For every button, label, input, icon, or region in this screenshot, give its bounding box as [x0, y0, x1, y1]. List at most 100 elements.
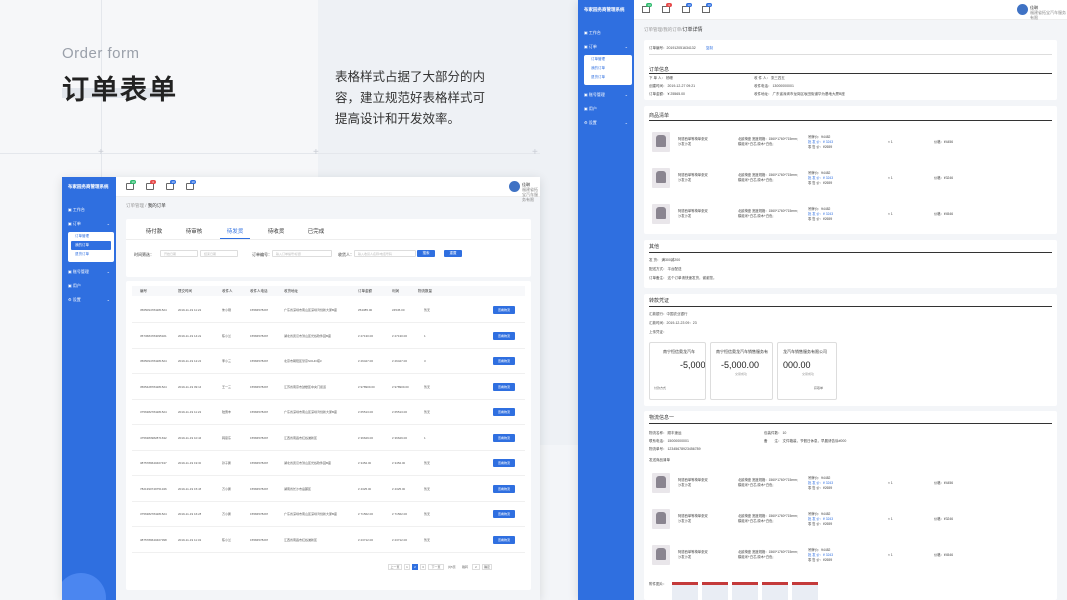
sidebar-item-my-orders[interactable]: 我的订单	[71, 241, 111, 250]
delivery-method: 配送方式： 平台配送	[649, 267, 682, 271]
table-row: 3875789640407398 2019-11-19 11:32 陈小兰 15584…	[132, 528, 525, 553]
confirm-button[interactable]: 确定	[482, 564, 492, 570]
table-cell: 2019-11-19 12:21	[178, 359, 202, 363]
page-input[interactable]: 2	[472, 564, 480, 570]
tab-pending-review[interactable]: 待审核	[176, 227, 212, 235]
table-cell: 2019-11-19 11:22	[178, 308, 202, 312]
sidebar-item-orders[interactable]: ▣ 订单 ⌄	[68, 221, 110, 227]
sidebar-item-users[interactable]: ▣ 用户	[584, 106, 597, 112]
avatar[interactable]	[1017, 4, 1028, 15]
sidebar-item-my-orders[interactable]: 我的订单	[584, 64, 632, 73]
view-logistics-button[interactable]: 查看物流	[493, 433, 515, 442]
voucher-image[interactable]: 龙汽车销售服务有限公司 000.00 交易成功 获取单	[777, 342, 837, 400]
table-cell: 3756382784281524	[140, 512, 167, 516]
receiver-label: 收货人：	[338, 252, 354, 257]
pagination: 上一页 1 2 3 下一页 共5页 跳转 2 确定	[388, 564, 528, 571]
order-no: 订单编号：201912051634132	[649, 46, 696, 50]
quantity: × 1	[888, 481, 893, 485]
bell-icon[interactable]	[642, 6, 650, 13]
sidebar-item-settings[interactable]: ⚙ 设置 ⌄	[584, 120, 628, 126]
view-logistics-button[interactable]: 查看物流	[493, 331, 515, 340]
sidebar-item-order-manage[interactable]: 订单管理	[68, 232, 114, 241]
product-image[interactable]	[652, 168, 670, 188]
start-date-input[interactable]: 开始日期	[160, 250, 198, 257]
table-cell: 李小三	[222, 359, 232, 363]
user-info[interactable]: 佳琳 福建省拓宝汽车服务有限	[1030, 5, 1067, 20]
sidebar-item-returns[interactable]: 退货订单	[68, 250, 114, 259]
receiver-input[interactable]: 输入收货人名称/电话号码	[354, 250, 416, 257]
tab-pending-payment[interactable]: 待付款	[136, 227, 172, 235]
receiver-address: 收件地址： 广东省深圳市龙岗区坂田街道华为基地大厦B座	[754, 92, 845, 96]
search-button[interactable]: 搜索	[417, 250, 435, 257]
view-logistics-button[interactable]: 查看物流	[493, 459, 515, 467]
avatar[interactable]	[509, 181, 520, 192]
shipped-list-title: 发送商品清单	[649, 458, 670, 462]
product-image[interactable]	[652, 545, 670, 565]
attachment-image[interactable]	[672, 582, 698, 600]
table-cell: 朱小刚	[222, 308, 232, 312]
chat-icon[interactable]	[682, 6, 690, 13]
attachment-image[interactable]	[702, 582, 728, 600]
order-info-section: 订单编号：201912051634132 复制 订单信息 下 单 人： 杨珊 收…	[644, 40, 1057, 100]
quantity: × 1	[888, 176, 893, 180]
page-button[interactable]: 3	[420, 564, 426, 570]
tab-pending-receipt[interactable]: 待收货	[258, 227, 294, 235]
doc-icon[interactable]	[186, 183, 194, 190]
sidebar-item-orders[interactable]: ▣ 订单 ⌄	[584, 44, 628, 50]
sidebar-item-accounts[interactable]: ▣ 账号管理 ⌄	[584, 92, 628, 98]
total-pages: 共5页	[448, 565, 456, 569]
prev-page-button[interactable]: 上一页	[388, 564, 402, 570]
sidebar-item-users[interactable]: ▣ 用户	[68, 283, 81, 289]
table-cell: ¥ 65513.00	[358, 410, 374, 414]
attachment-image[interactable]	[732, 582, 758, 600]
intro-cn-title: 订单表单	[62, 75, 178, 105]
voucher-image[interactable]: 南宁恒信奥龙汽车销售服务有 -5,000.00 交易成功	[710, 342, 773, 400]
column-header: 利润	[392, 289, 399, 293]
product-image[interactable]	[652, 204, 670, 224]
view-logistics-button[interactable]: 查看物流	[493, 510, 515, 518]
order-no-input[interactable]: 输入订单编号/标题	[272, 250, 332, 257]
attachment-image[interactable]	[762, 582, 788, 600]
sidebar: 布家园务商管理系统 ▣ 工作台 ▣ 订单 ⌄ 订单管理 我的订单 退货订单 ▣ 账…	[62, 177, 116, 600]
sidebar-item-workbench[interactable]: ▣ 工作台	[68, 207, 85, 213]
brand-title: 布家园务商管理系统	[584, 7, 625, 12]
page-button-active[interactable]: 2	[412, 564, 418, 570]
sidebar-item-returns[interactable]: 退货订单	[584, 73, 632, 82]
chat-icon[interactable]	[166, 183, 174, 190]
doc-icon[interactable]	[702, 6, 710, 13]
page-button[interactable]: 1	[404, 564, 410, 570]
view-logistics-button[interactable]: 查看物流	[493, 382, 515, 391]
sidebar-item-order-manage[interactable]: 订单管理	[584, 55, 632, 64]
table-row: 3756382784281524 2019-11-19 11:22 陆惠丰 15584…	[132, 400, 525, 425]
view-logistics-button[interactable]: 查看物流	[493, 306, 515, 314]
product-image[interactable]	[652, 132, 670, 152]
bell-icon[interactable]	[126, 183, 134, 190]
view-logistics-button[interactable]: 查看物流	[493, 408, 515, 416]
attachment-image[interactable]	[792, 582, 818, 600]
end-date-input[interactable]: 结束日期	[200, 250, 238, 257]
voucher-image[interactable]: 南宁恒信奥龙汽车 -5,000. 付款方式	[649, 342, 706, 400]
product-name: 沙发沙发	[678, 555, 692, 559]
reset-button[interactable]: 重置	[444, 250, 462, 257]
view-logistics-button[interactable]: 查看物流	[493, 535, 515, 544]
sidebar-item-workbench[interactable]: ▣ 工作台	[584, 30, 601, 36]
line-total: 价格：¥4456	[934, 481, 954, 485]
table-cell: 广东省深圳市南山区深圳湾创新大厦B座	[284, 410, 338, 414]
product-image[interactable]	[652, 473, 670, 493]
cart-icon[interactable]	[662, 6, 670, 13]
product-image[interactable]	[652, 509, 670, 529]
view-logistics-button[interactable]: 查看物流	[493, 484, 515, 493]
badge: 4	[666, 3, 672, 7]
next-page-button[interactable]: 下一页	[428, 564, 444, 570]
view-logistics-button[interactable]: 查看物流	[493, 357, 515, 365]
product-spec: 模组米+白芯,原木+白色;	[738, 142, 774, 146]
product-spec: 模组米+白芯,原木+白色;	[738, 178, 774, 182]
sidebar-item-accounts[interactable]: ▣ 账号管理 ⌄	[68, 269, 110, 275]
chevron-down-icon: ⌄	[624, 44, 628, 49]
tab-completed[interactable]: 已完成	[298, 227, 334, 235]
tab-pending-shipment[interactable]: 待发货	[217, 227, 253, 235]
cart-icon[interactable]	[146, 183, 154, 190]
copy-link[interactable]: 复制	[706, 46, 713, 51]
sidebar-item-settings[interactable]: ⚙ 设置 ⌄	[68, 297, 110, 303]
goto-label: 跳转	[462, 565, 469, 569]
